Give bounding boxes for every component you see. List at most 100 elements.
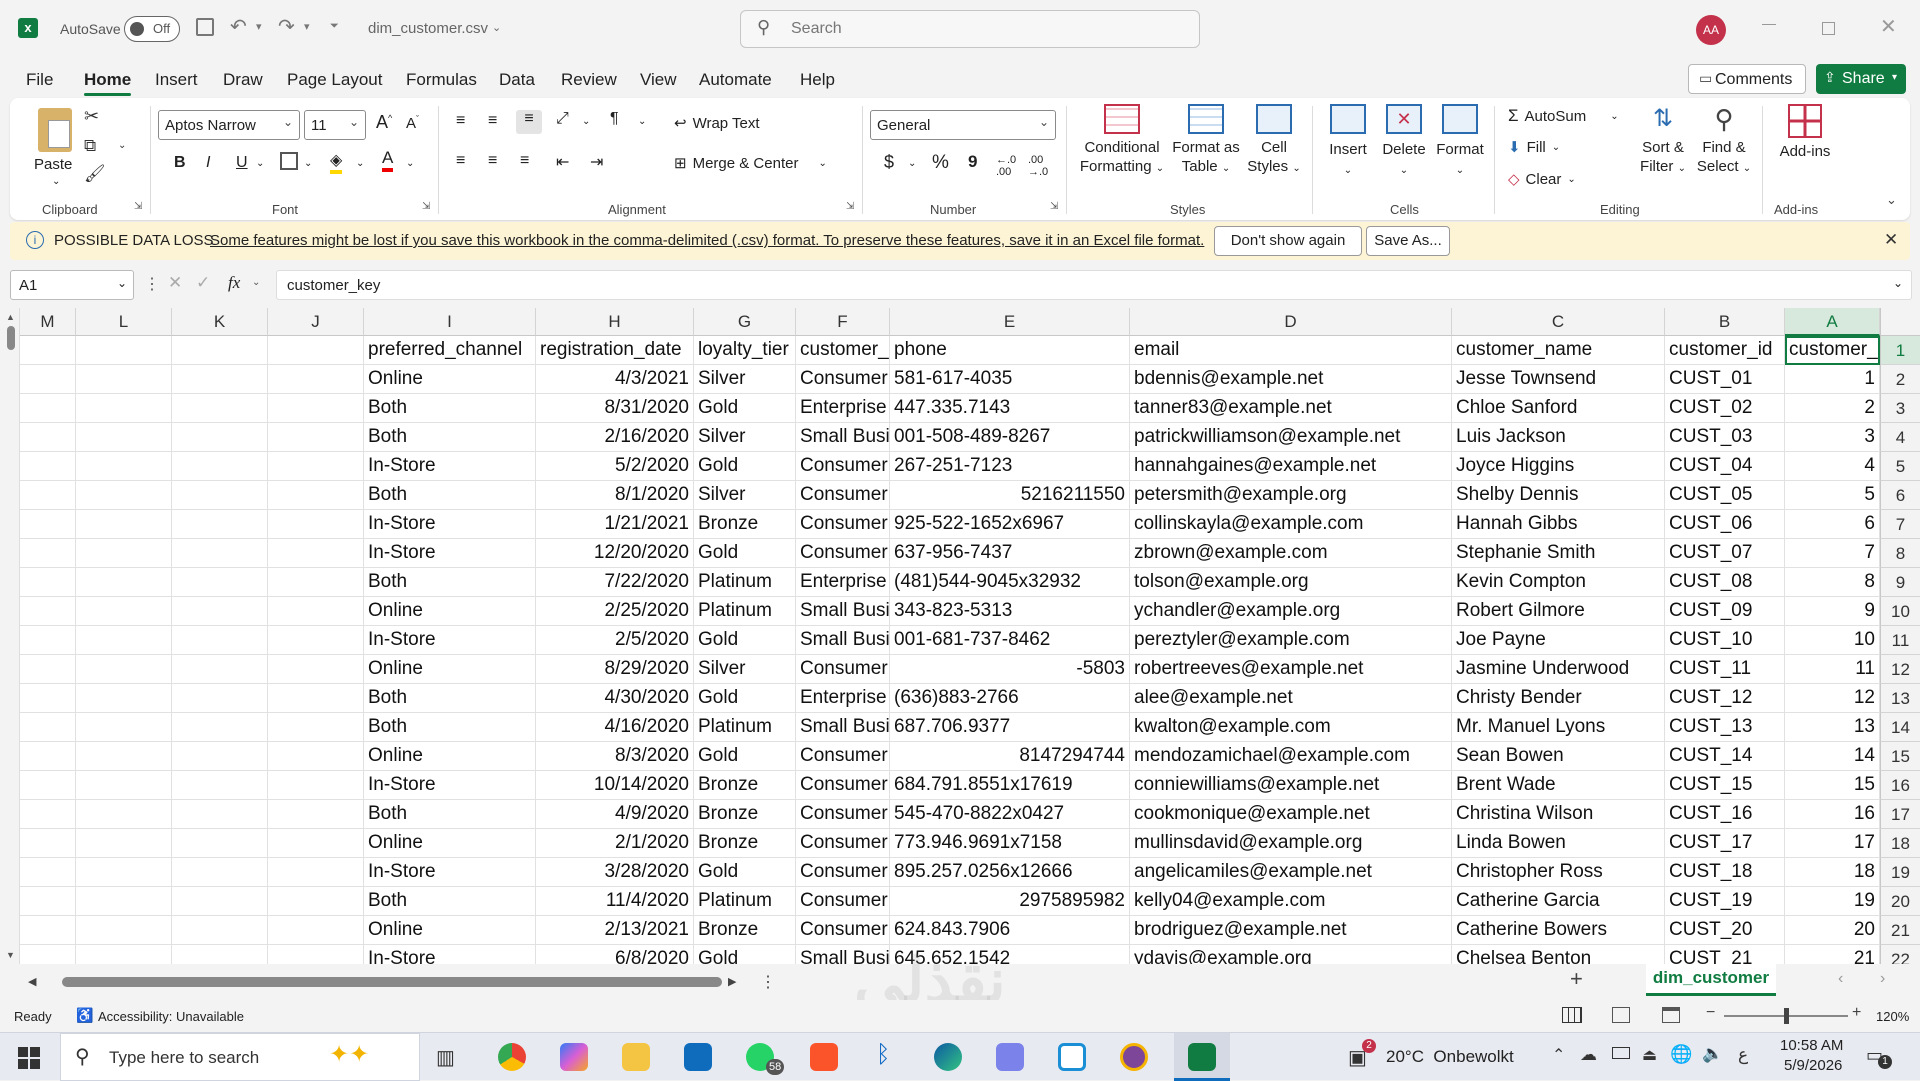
- cell-k6[interactable]: [172, 481, 268, 510]
- cell-e7[interactable]: 925-522-1652x6967: [890, 510, 1130, 539]
- cell-h4[interactable]: 2/16/2020: [536, 423, 694, 452]
- cell-e21[interactable]: 624.843.7906: [890, 916, 1130, 945]
- cell-e16[interactable]: 684.791.8551x17619: [890, 771, 1130, 800]
- cell-m21[interactable]: [20, 916, 76, 945]
- cell-m3[interactable]: [20, 394, 76, 423]
- search-box[interactable]: ⚲ Search: [740, 10, 1200, 48]
- cell-l8[interactable]: [76, 539, 172, 568]
- cell-k14[interactable]: [172, 713, 268, 742]
- cell-c14[interactable]: Mr. Manuel Lyons: [1452, 713, 1665, 742]
- cell-b2[interactable]: CUST_01: [1665, 365, 1785, 394]
- cell-d7[interactable]: collinskayla@example.com: [1130, 510, 1452, 539]
- cell-f6[interactable]: Consumer: [796, 481, 890, 510]
- cell-m20[interactable]: [20, 887, 76, 916]
- cell-l7[interactable]: [76, 510, 172, 539]
- column-header-h[interactable]: H: [536, 308, 694, 336]
- cell-m18[interactable]: [20, 829, 76, 858]
- cell-h8[interactable]: 12/20/2020: [536, 539, 694, 568]
- cell-a4[interactable]: 3: [1785, 423, 1880, 452]
- name-box[interactable]: A1 ⌄: [10, 270, 134, 300]
- currency-button[interactable]: $: [884, 152, 894, 173]
- column-header-j[interactable]: J: [268, 308, 364, 336]
- row-header[interactable]: 21: [1880, 916, 1920, 945]
- row-header[interactable]: 17: [1880, 800, 1920, 829]
- bold-button[interactable]: B: [174, 154, 186, 172]
- cell-a18[interactable]: 17: [1785, 829, 1880, 858]
- cell-l3[interactable]: [76, 394, 172, 423]
- cell-k9[interactable]: [172, 568, 268, 597]
- cell-a9[interactable]: 8: [1785, 568, 1880, 597]
- cell-b21[interactable]: CUST_20: [1665, 916, 1785, 945]
- cell-k19[interactable]: [172, 858, 268, 887]
- cell-f1[interactable]: customer_: [796, 336, 890, 365]
- cell-l2[interactable]: [76, 365, 172, 394]
- cell-j20[interactable]: [268, 887, 364, 916]
- cell-d2[interactable]: bdennis@example.net: [1130, 365, 1452, 394]
- cell-f16[interactable]: Consumer: [796, 771, 890, 800]
- cell-b1[interactable]: customer_id: [1665, 336, 1785, 365]
- cell-f8[interactable]: Consumer: [796, 539, 890, 568]
- cell-c7[interactable]: Hannah Gibbs: [1452, 510, 1665, 539]
- cell-f7[interactable]: Consumer: [796, 510, 890, 539]
- column-header-k[interactable]: K: [172, 308, 268, 336]
- cell-i21[interactable]: Online: [364, 916, 536, 945]
- cell-l10[interactable]: [76, 597, 172, 626]
- cell-i6[interactable]: Both: [364, 481, 536, 510]
- cell-d9[interactable]: tolson@example.org: [1130, 568, 1452, 597]
- insert-function-icon[interactable]: fx: [228, 273, 240, 293]
- cell-b9[interactable]: CUST_08: [1665, 568, 1785, 597]
- font-size-select[interactable]: 11 ⌄: [304, 110, 366, 140]
- page-layout-view-icon[interactable]: [1612, 1007, 1630, 1023]
- close-warning-icon[interactable]: ✕: [1884, 230, 1898, 250]
- clipboard-launcher-icon[interactable]: ⇲: [134, 201, 142, 212]
- cell-m12[interactable]: [20, 655, 76, 684]
- cell-c1[interactable]: customer_name: [1452, 336, 1665, 365]
- cell-i2[interactable]: Online: [364, 365, 536, 394]
- cell-g9[interactable]: Platinum: [694, 568, 796, 597]
- vertical-scrollbar[interactable]: ▲ ▼: [0, 308, 20, 964]
- cell-a15[interactable]: 14: [1785, 742, 1880, 771]
- cell-b13[interactable]: CUST_12: [1665, 684, 1785, 713]
- cell-m9[interactable]: [20, 568, 76, 597]
- cell-i3[interactable]: Both: [364, 394, 536, 423]
- cell-c3[interactable]: Chloe Sanford: [1452, 394, 1665, 423]
- cell-c19[interactable]: Christopher Ross: [1452, 858, 1665, 887]
- cell-a8[interactable]: 7: [1785, 539, 1880, 568]
- zoom-slider[interactable]: [1724, 1008, 1848, 1024]
- cell-m8[interactable]: [20, 539, 76, 568]
- cell-a20[interactable]: 19: [1785, 887, 1880, 916]
- cell-h17[interactable]: 4/9/2020: [536, 800, 694, 829]
- borders-dropdown-icon[interactable]: ⌄: [304, 158, 312, 169]
- cell-f11[interactable]: Small Busi: [796, 626, 890, 655]
- cell-g7[interactable]: Bronze: [694, 510, 796, 539]
- cell-c15[interactable]: Sean Bowen: [1452, 742, 1665, 771]
- font-color-dropdown-icon[interactable]: ⌄: [406, 158, 414, 169]
- autosum-button[interactable]: Σ AutoSum ⌄: [1508, 106, 1619, 126]
- cell-j1[interactable]: [268, 336, 364, 365]
- row-header[interactable]: 20: [1880, 887, 1920, 916]
- cell-d10[interactable]: ychandler@example.org: [1130, 597, 1452, 626]
- volume-icon[interactable]: 🔈: [1702, 1044, 1723, 1064]
- user-avatar[interactable]: AA: [1696, 15, 1726, 45]
- cell-g11[interactable]: Gold: [694, 626, 796, 655]
- sheet-tab-dim-customer[interactable]: dim_customer: [1646, 964, 1776, 996]
- currency-dropdown-icon[interactable]: ⌄: [908, 158, 916, 169]
- taskbar-search[interactable]: ⚲ Type here to search ✦✦: [60, 1033, 420, 1081]
- cell-h10[interactable]: 2/25/2020: [536, 597, 694, 626]
- cell-i22[interactable]: In-Store: [364, 945, 536, 964]
- cell-d14[interactable]: kwalton@example.com: [1130, 713, 1452, 742]
- cell-k20[interactable]: [172, 887, 268, 916]
- cell-c18[interactable]: Linda Bowen: [1452, 829, 1665, 858]
- file-explorer-icon[interactable]: [622, 1043, 650, 1071]
- cell-f20[interactable]: Consumer: [796, 887, 890, 916]
- cell-j21[interactable]: [268, 916, 364, 945]
- cell-m17[interactable]: [20, 800, 76, 829]
- cell-a14[interactable]: 13: [1785, 713, 1880, 742]
- undo-icon[interactable]: ↶: [230, 14, 247, 39]
- cell-k8[interactable]: [172, 539, 268, 568]
- customize-qat-icon[interactable]: ⏷: [330, 20, 339, 33]
- cell-l12[interactable]: [76, 655, 172, 684]
- cell-l15[interactable]: [76, 742, 172, 771]
- conditional-formatting-button[interactable]: Conditional Formatting ⌄: [1074, 104, 1170, 178]
- cell-g10[interactable]: Platinum: [694, 597, 796, 626]
